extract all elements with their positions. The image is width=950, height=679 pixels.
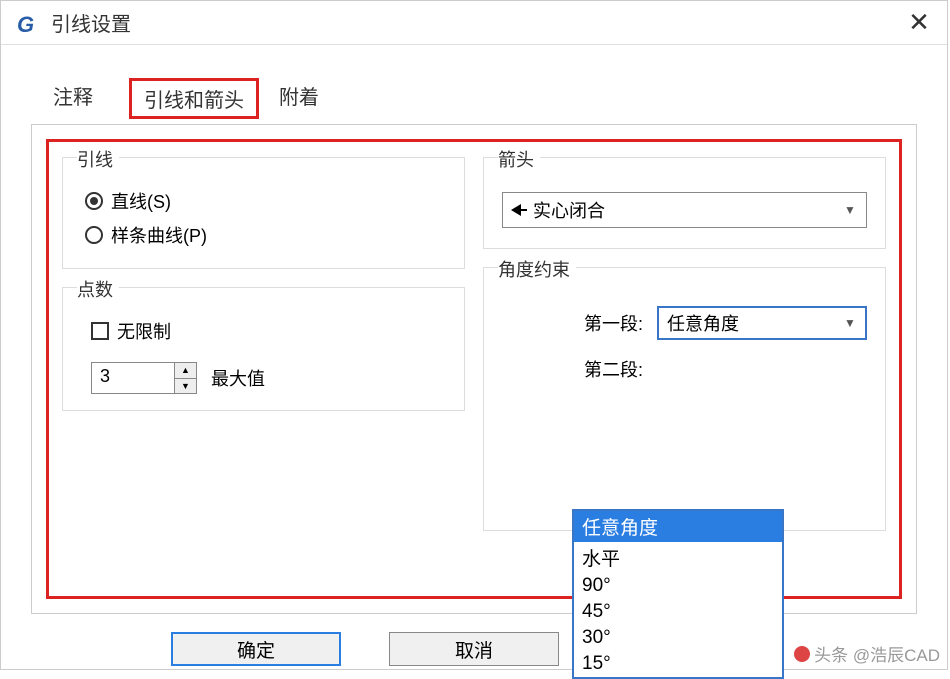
checkbox-icon bbox=[91, 322, 109, 340]
arrow-combo-value: 实心闭合 bbox=[529, 197, 834, 223]
tabs: 注释 引线和箭头 附着 bbox=[1, 45, 947, 116]
tab-attachment[interactable]: 附着 bbox=[261, 75, 337, 116]
arrow-filled-icon bbox=[503, 204, 529, 216]
group-arrow: 箭头 实心闭合 ▼ bbox=[483, 157, 886, 249]
radio-line-label: 直线(S) bbox=[111, 188, 171, 214]
ok-button[interactable]: 确定 bbox=[171, 632, 341, 666]
spinner-up-icon[interactable]: ▲ bbox=[175, 363, 196, 379]
dropdown-item[interactable]: 任意角度 bbox=[574, 511, 782, 542]
window-title: 引线设置 bbox=[51, 8, 131, 37]
radio-spline[interactable]: 样条曲线(P) bbox=[77, 218, 450, 252]
angle-dropdown[interactable]: 任意角度 水平 90° 45° 30° 15° bbox=[572, 509, 784, 679]
checkbox-unlimited-label: 无限制 bbox=[117, 318, 171, 344]
tab-leader-arrow[interactable]: 引线和箭头 bbox=[129, 78, 259, 119]
seg1-value: 任意角度 bbox=[659, 310, 835, 336]
chevron-down-icon: ▼ bbox=[834, 203, 866, 217]
seg1-label: 第一段: bbox=[502, 310, 647, 336]
dropdown-item[interactable]: 45° bbox=[574, 599, 782, 625]
watermark-icon bbox=[794, 646, 810, 662]
group-leader-title: 引线 bbox=[77, 146, 119, 172]
group-points: 点数 无限制 3 ▲ ▼ 最大值 bbox=[62, 287, 465, 411]
spinner-value[interactable]: 3 bbox=[92, 363, 174, 393]
tab-annotation[interactable]: 注释 bbox=[35, 75, 111, 116]
group-arrow-title: 箭头 bbox=[498, 146, 540, 172]
seg1-combo[interactable]: 任意角度 ▼ bbox=[657, 306, 867, 340]
cancel-button[interactable]: 取消 bbox=[389, 632, 559, 666]
group-leader: 引线 直线(S) 样条曲线(P) bbox=[62, 157, 465, 269]
dialog-window: G 引线设置 ✕ 注释 引线和箭头 附着 引线 直线(S) 样条曲线(P) bbox=[0, 0, 948, 670]
arrow-combo[interactable]: 实心闭合 ▼ bbox=[502, 192, 867, 228]
radio-spline-label: 样条曲线(P) bbox=[111, 222, 207, 248]
dropdown-item[interactable]: 90° bbox=[574, 573, 782, 599]
tab-content: 引线 直线(S) 样条曲线(P) 点数 无限制 bbox=[31, 124, 917, 614]
checkbox-unlimited[interactable]: 无限制 bbox=[77, 314, 450, 348]
titlebar-left: G 引线设置 bbox=[17, 8, 131, 37]
dropdown-item[interactable]: 30° bbox=[574, 625, 782, 651]
radio-icon bbox=[85, 226, 103, 244]
group-angle-title: 角度约束 bbox=[498, 256, 576, 282]
chevron-down-icon: ▼ bbox=[835, 316, 865, 330]
max-points-spinner[interactable]: 3 ▲ ▼ bbox=[91, 362, 197, 394]
titlebar: G 引线设置 ✕ bbox=[1, 1, 947, 45]
watermark: 头条 @浩辰CAD bbox=[794, 641, 940, 666]
group-points-title: 点数 bbox=[77, 276, 119, 302]
dropdown-item[interactable]: 水平 bbox=[574, 542, 782, 573]
radio-line[interactable]: 直线(S) bbox=[77, 184, 450, 218]
app-logo-icon: G bbox=[17, 12, 39, 34]
watermark-text: 头条 @浩辰CAD bbox=[814, 641, 940, 666]
group-angle: 角度约束 第一段: 任意角度 ▼ 第二段: bbox=[483, 267, 886, 531]
max-label: 最大值 bbox=[211, 365, 265, 391]
radio-icon bbox=[85, 192, 103, 210]
spinner-down-icon[interactable]: ▼ bbox=[175, 379, 196, 394]
seg2-label: 第二段: bbox=[502, 356, 647, 382]
dropdown-item[interactable]: 15° bbox=[574, 651, 782, 677]
close-button[interactable]: ✕ bbox=[903, 7, 935, 39]
